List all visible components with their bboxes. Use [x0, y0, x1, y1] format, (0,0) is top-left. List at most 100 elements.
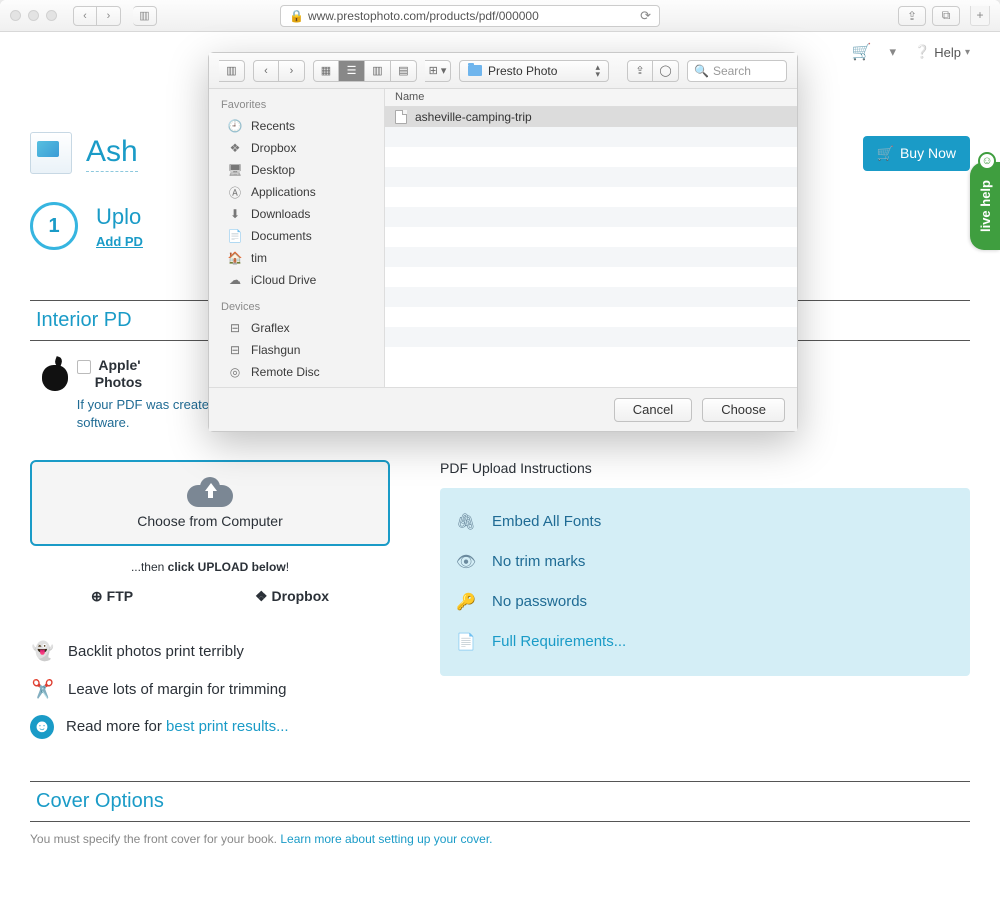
file-row-empty	[385, 247, 797, 267]
desktop-icon: 🖥	[227, 163, 243, 177]
sidebar-documents[interactable]: 📄Documents	[209, 225, 384, 247]
then-text: ...then click UPLOAD below!	[30, 560, 390, 574]
finder-back-button[interactable]: ‹	[253, 60, 279, 82]
view-icons-button[interactable]: ▦	[313, 60, 339, 82]
cover-learn-more-link[interactable]: Learn more about setting up your cover.	[280, 832, 492, 846]
file-row-empty	[385, 167, 797, 187]
apple-label: Apple'	[98, 357, 140, 373]
file-row-empty	[385, 187, 797, 207]
home-icon: 🏠	[227, 251, 243, 265]
buy-now-label: Buy Now	[900, 145, 956, 161]
file-row-empty	[385, 227, 797, 247]
sidebar-desktop[interactable]: 🖥Desktop	[209, 159, 384, 181]
sidebar-home[interactable]: 🏠tim	[209, 247, 384, 269]
tip-backlit-text: Backlit photos print terribly	[68, 643, 244, 660]
finder-action-button[interactable]: ⇪	[627, 60, 653, 82]
new-tab-button[interactable]: +	[970, 6, 990, 26]
finder-search-placeholder: Search	[713, 64, 751, 78]
sidebar-downloads[interactable]: ⬇Downloads	[209, 203, 384, 225]
file-name: asheville-camping-trip	[415, 110, 532, 124]
best-print-results-link[interactable]: best print results...	[166, 718, 289, 735]
help-icon: ❔	[914, 44, 930, 60]
sidebar-device-graflex[interactable]: ⊟Graflex	[209, 317, 384, 339]
instr-embed-fonts: 🖇 Embed All Fonts	[456, 502, 954, 542]
file-list: asheville-camping-trip	[385, 107, 797, 387]
folder-selector[interactable]: Presto Photo ▴▾	[459, 60, 609, 82]
applications-icon: Ⓐ	[227, 185, 243, 199]
zoom-window-button[interactable]	[46, 10, 57, 21]
minimize-window-button[interactable]	[28, 10, 39, 21]
finder-sidebar-toggle[interactable]: ▥	[219, 60, 245, 82]
trim-icon: ✂️	[30, 677, 56, 703]
topbar-caret[interactable]: ▾	[890, 44, 897, 60]
documents-icon: 📄	[227, 229, 243, 243]
disc-icon: ◎	[227, 365, 243, 379]
file-row-empty	[385, 147, 797, 167]
share-button[interactable]: ⇪	[898, 6, 926, 26]
reload-icon[interactable]: ⟳	[640, 8, 651, 24]
forward-button[interactable]: ›	[97, 6, 121, 26]
instr-full-requirements-link[interactable]: 📄 Full Requirements...	[456, 622, 954, 662]
disk-icon: ⊟	[227, 321, 243, 335]
cover-options-header: Cover Options	[30, 781, 970, 822]
ftp-option[interactable]: ⊕ FTP	[91, 588, 133, 605]
close-window-button[interactable]	[10, 10, 21, 21]
font-icon: 🖇	[456, 512, 476, 532]
file-row-empty	[385, 207, 797, 227]
choose-button[interactable]: Choose	[702, 398, 785, 422]
view-gallery-button[interactable]: ▤	[391, 60, 417, 82]
ftp-label: FTP	[107, 588, 133, 604]
sidebar-device-remotedisc[interactable]: ◎Remote Disc	[209, 361, 384, 383]
url-bar[interactable]: 🔒 www.prestophoto.com/products/pdf/00000…	[280, 5, 660, 27]
sidebar-recents[interactable]: 🕘Recents	[209, 115, 384, 137]
view-list-button[interactable]: ☰	[339, 60, 365, 82]
file-open-dialog: ▥ ‹ › ▦ ☰ ▥ ▤ ⊞ ▾ Presto Photo	[208, 52, 798, 432]
cover-note: You must specify the front cover for you…	[30, 832, 970, 846]
view-columns-button[interactable]: ▥	[365, 60, 391, 82]
tabs-button[interactable]: ⧉	[932, 6, 960, 26]
column-header-name[interactable]: Name	[385, 89, 797, 107]
lock-icon: 🔒	[289, 9, 304, 23]
cart-icon[interactable]: 🛒	[852, 42, 872, 62]
instr-no-password: 🔑 No passwords	[456, 582, 954, 622]
sidebar-applications[interactable]: ⒶApplications	[209, 181, 384, 203]
folder-icon	[468, 65, 482, 76]
choose-from-computer-button[interactable]: Choose from Computer	[30, 460, 390, 546]
browser-window: ‹ › ▥ 🔒 www.prestophoto.com/products/pdf…	[0, 0, 1000, 914]
arrange-button[interactable]: ⊞ ▾	[425, 60, 451, 82]
provider-row: ⊕ FTP ❖ Dropbox	[30, 588, 390, 605]
folder-name: Presto Photo	[488, 64, 557, 78]
live-help-tab[interactable]: ☺ live help	[970, 162, 1000, 250]
tip-readmore-text: Read more for best print results...	[66, 718, 289, 735]
file-row-empty	[385, 327, 797, 347]
ftp-icon: ⊕	[91, 588, 103, 605]
add-pdf-link[interactable]: Add PD	[96, 234, 143, 249]
file-row-empty	[385, 347, 797, 367]
finder-tags-button[interactable]: ◯	[653, 60, 679, 82]
url-text: www.prestophoto.com/products/pdf/000000	[308, 9, 539, 23]
disk-icon: ⊟	[227, 343, 243, 357]
apple-checkbox[interactable]	[77, 360, 91, 374]
finder-forward-button[interactable]: ›	[279, 60, 305, 82]
tip-readmore: ☻ Read more for best print results...	[30, 709, 390, 745]
cancel-button[interactable]: Cancel	[614, 398, 692, 422]
page: 🛒 ▾ ❔ Help ▾ Ash 🛒 Buy Now 1 Uplo	[0, 32, 1000, 914]
step-number-badge: 1	[30, 202, 78, 250]
file-row[interactable]: asheville-camping-trip	[385, 107, 797, 127]
sidebar-toggle-button[interactable]: ▥	[133, 6, 157, 26]
dropbox-label: Dropbox	[272, 588, 330, 604]
dropbox-option[interactable]: ❖ Dropbox	[255, 588, 329, 605]
help-menu[interactable]: ❔ Help ▾	[914, 44, 970, 60]
upload-box-label: Choose from Computer	[137, 513, 283, 529]
sidebar-dropbox[interactable]: ❖Dropbox	[209, 137, 384, 159]
page-title[interactable]: Ash	[86, 135, 138, 172]
doc-icon: 📄	[456, 632, 476, 652]
document-icon	[395, 110, 407, 124]
back-button[interactable]: ‹	[73, 6, 97, 26]
instructions-title: PDF Upload Instructions	[440, 460, 970, 476]
sidebar-device-flashgun[interactable]: ⊟Flashgun	[209, 339, 384, 361]
sidebar-icloud[interactable]: ☁iCloud Drive	[209, 269, 384, 291]
buy-now-button[interactable]: 🛒 Buy Now	[863, 136, 970, 171]
right-col: PDF Upload Instructions 🖇 Embed All Font…	[440, 460, 970, 745]
finder-search-field[interactable]: 🔍 Search	[687, 60, 787, 82]
